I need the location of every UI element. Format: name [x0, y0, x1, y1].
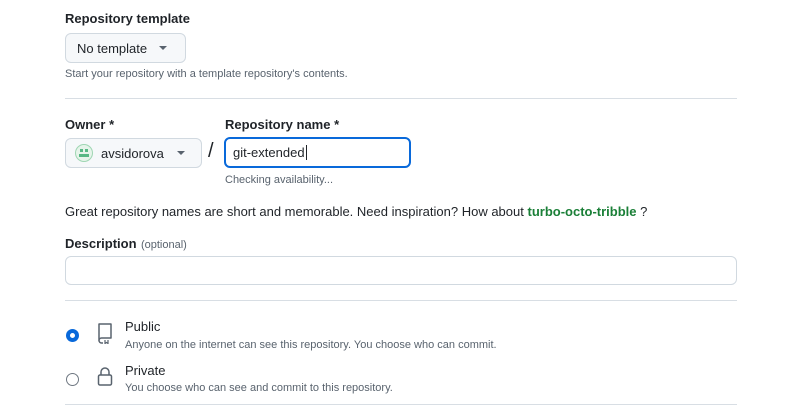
- description-label-group: Description (optional): [65, 235, 187, 253]
- public-help: Anyone on the internet can see this repo…: [125, 339, 497, 351]
- private-radio[interactable]: [66, 373, 79, 386]
- divider: [65, 98, 737, 99]
- suggested-name-link[interactable]: turbo-octo-tribble: [527, 204, 636, 219]
- private-help: You choose who can see and commit to thi…: [125, 382, 393, 394]
- template-label: Repository template: [65, 11, 190, 26]
- repo-name-status: Checking availability...: [225, 174, 334, 186]
- public-radio[interactable]: [66, 329, 79, 342]
- description-label: Description: [65, 236, 137, 251]
- description-optional: (optional): [140, 239, 187, 251]
- owner-dropdown[interactable]: avsidorova: [65, 138, 202, 168]
- owner-label: Owner *: [65, 117, 115, 132]
- suggestion-text: Great repository names are short and mem…: [65, 204, 524, 219]
- caret-down-icon: [176, 151, 185, 155]
- suggestion-suffix: ?: [640, 204, 648, 219]
- text-cursor-icon: [305, 145, 307, 160]
- owner-repo-separator: /: [208, 140, 214, 162]
- template-help: Start your repository with a template re…: [65, 68, 348, 80]
- repo-name-label: Repository name *: [225, 117, 340, 132]
- template-dropdown-value: No template: [77, 40, 148, 56]
- repo-name-value: git-extended: [233, 145, 305, 160]
- avatar: [75, 144, 93, 162]
- repo-icon: [96, 322, 114, 349]
- description-input[interactable]: [65, 256, 737, 285]
- divider: [65, 404, 737, 405]
- divider: [65, 300, 737, 301]
- caret-down-icon: [159, 46, 168, 50]
- public-label[interactable]: Public: [125, 319, 160, 334]
- owner-dropdown-value: avsidorova: [101, 145, 164, 161]
- repo-name-input[interactable]: git-extended: [224, 137, 411, 168]
- template-dropdown[interactable]: No template: [65, 33, 186, 63]
- name-suggestion: Great repository names are short and mem…: [65, 204, 647, 219]
- private-label[interactable]: Private: [125, 363, 165, 378]
- lock-icon: [96, 366, 114, 393]
